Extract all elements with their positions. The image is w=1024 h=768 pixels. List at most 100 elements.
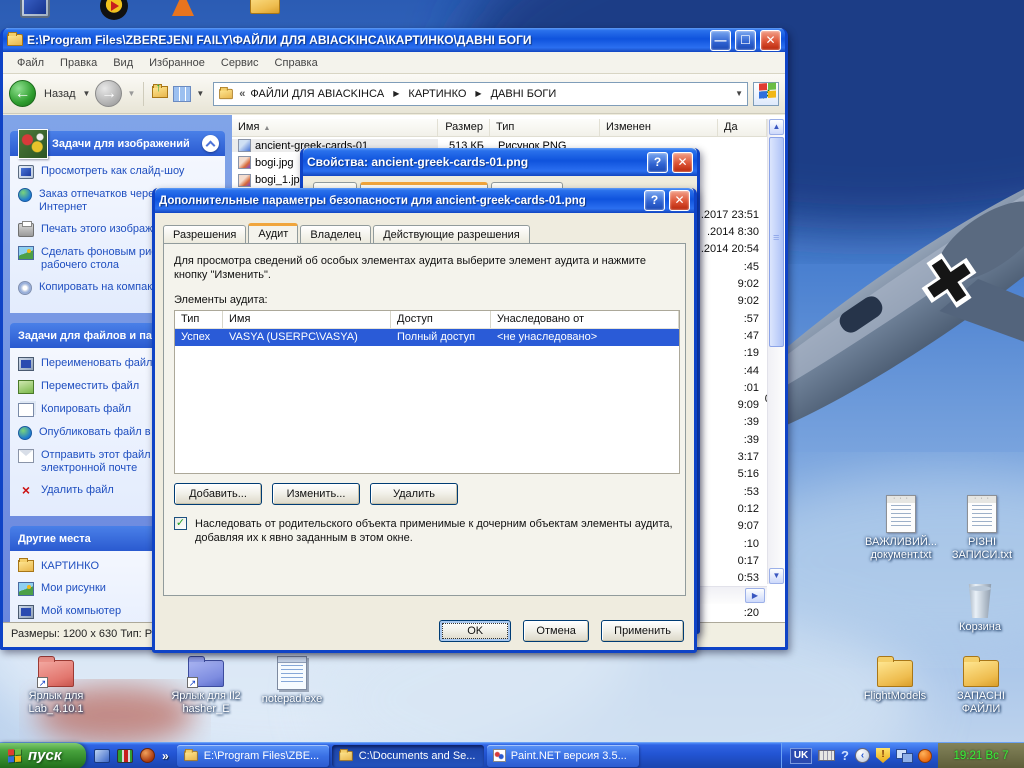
- text-file-icon: [886, 495, 916, 533]
- address-bar[interactable]: « ФАЙЛИ ДЛЯ ABIACKIHCA ▶ КАРТИНКО ▶ ДАВН…: [213, 81, 748, 106]
- quicklaunch-desktop-icon[interactable]: [94, 748, 110, 763]
- security-dialog-titlebar[interactable]: Дополнительные параметры безопасности дл…: [155, 188, 694, 213]
- explorer-titlebar[interactable]: E:\Program Files\ZBEREJENI FAILY\ФАЙЛИ Д…: [3, 28, 785, 52]
- close-button[interactable]: ✕: [672, 151, 693, 173]
- menu-item[interactable]: Вид: [105, 57, 141, 69]
- quicklaunch-browser-icon[interactable]: [140, 748, 155, 763]
- breadcrumb-segment[interactable]: ФАЙЛИ ДЛЯ ABIACKIHCA: [250, 88, 384, 100]
- desktop-icon-shortcut-lab[interactable]: ↗ Ярлык для Lab_4.10.1: [10, 656, 102, 716]
- maximize-button[interactable]: ☐: [735, 29, 756, 51]
- scroll-down-icon[interactable]: ▼: [769, 568, 784, 584]
- forward-dropdown-caret[interactable]: ▼: [127, 89, 135, 98]
- menu-item[interactable]: Сервис: [213, 57, 267, 69]
- task-slideshow[interactable]: Просмотреть как слайд-шоу: [18, 165, 217, 179]
- vertical-scrollbar[interactable]: ▲ ▼: [767, 119, 785, 584]
- properties-dialog-titlebar[interactable]: Свойства: ancient-greek-cards-01.png ? ✕: [303, 148, 697, 176]
- menu-item[interactable]: Правка: [52, 57, 105, 69]
- panel-image-tasks-header[interactable]: Задачи для изображений: [10, 128, 225, 159]
- taskbar-item-documents[interactable]: C:\Documents and Se...: [331, 744, 484, 767]
- desktop-icon-zapasni-faily[interactable]: ЗАПАСНІ ФАЙЛИ: [942, 656, 1020, 716]
- jpg-file-icon: [238, 173, 251, 187]
- tab-permissions[interactable]: Разрешения: [163, 225, 247, 243]
- file-time: :53: [743, 485, 759, 498]
- tab-effective-permissions[interactable]: Действующие разрешения: [373, 225, 530, 243]
- views-button[interactable]: [173, 85, 192, 102]
- views-dropdown-caret[interactable]: ▼: [196, 89, 204, 98]
- security-shield-icon[interactable]: !: [876, 748, 890, 763]
- collapse-chevron-icon[interactable]: [202, 135, 219, 152]
- menu-item[interactable]: Справка: [267, 57, 326, 69]
- back-tray-icon[interactable]: ‹: [855, 748, 870, 763]
- remove-button[interactable]: Удалить: [370, 483, 458, 505]
- audit-entries-table[interactable]: Тип Имя Доступ Унаследовано от Успех VAS…: [174, 310, 680, 474]
- recycle-bin-icon[interactable]: Корзина: [940, 584, 1020, 634]
- pictures-icon: [18, 582, 34, 596]
- move-folder-icon: [18, 380, 34, 394]
- media-player-icon[interactable]: [100, 0, 128, 20]
- column-header-modified[interactable]: Изменен: [600, 119, 718, 136]
- desktop-icon-rizni-zapysy[interactable]: РІЗНІ ЗАПИСИ.txt: [942, 495, 1022, 562]
- tab-audit[interactable]: Аудит: [248, 223, 299, 244]
- back-button[interactable]: ←: [9, 80, 36, 107]
- up-folder-button[interactable]: ↑: [152, 80, 169, 101]
- start-button[interactable]: пуск: [0, 742, 86, 768]
- paintnet-icon: [492, 749, 506, 762]
- desktop-icon-flightmodels[interactable]: FlightModels: [852, 656, 938, 703]
- ok-button[interactable]: OK: [439, 620, 512, 642]
- printer-icon: [18, 221, 34, 237]
- cancel-button[interactable]: Отмена: [523, 620, 590, 642]
- inherit-checkbox[interactable]: ✓: [174, 517, 187, 530]
- desktop-icon-notepad[interactable]: notepad.exe: [252, 656, 332, 706]
- help-button[interactable]: ?: [644, 190, 665, 211]
- close-button[interactable]: ✕: [760, 29, 781, 51]
- publish-globe-icon: [18, 426, 32, 440]
- inherit-checkbox-label: Наследовать от родительского объекта при…: [195, 518, 673, 544]
- folder-icon: [338, 748, 353, 761]
- vlc-icon[interactable]: [172, 0, 194, 16]
- desktop-icon-label: Корзина: [959, 621, 1001, 633]
- add-button[interactable]: Добавить...: [174, 483, 262, 505]
- forward-button[interactable]: →: [95, 80, 123, 107]
- computer-icon: [18, 605, 34, 619]
- rename-icon: [18, 357, 34, 371]
- desktop-icon-important-doc[interactable]: ВАЖЛИВИЙ... документ.txt: [858, 495, 944, 562]
- help-button[interactable]: ?: [647, 151, 668, 173]
- taskbar-item-explorer-e[interactable]: E:\Program Files\ZBE...: [176, 744, 329, 767]
- apply-button[interactable]: Применить: [601, 620, 684, 642]
- menu-item[interactable]: Избранное: [141, 57, 213, 69]
- keyboard-icon[interactable]: [818, 750, 836, 761]
- audit-table-header: Тип Имя Доступ Унаследовано от: [175, 311, 679, 329]
- delete-x-icon: ×: [21, 482, 31, 498]
- back-dropdown-caret[interactable]: ▼: [83, 89, 91, 98]
- minimize-button[interactable]: —: [710, 29, 731, 51]
- png-file-icon: [238, 139, 251, 153]
- breadcrumb-segment[interactable]: ДАВНІ БОГИ: [491, 88, 557, 100]
- column-header-size[interactable]: Размер: [438, 119, 490, 136]
- scroll-right-icon[interactable]: ▶: [745, 588, 765, 603]
- tab-strip: Разрешения Аудит Владелец Действующие ра…: [155, 213, 694, 244]
- menu-item[interactable]: Файл: [9, 57, 52, 69]
- tab-owner[interactable]: Владелец: [300, 225, 372, 243]
- quicklaunch-media-icon[interactable]: [117, 748, 133, 763]
- taskbar-clock[interactable]: 19:21 Вс 7: [938, 742, 1024, 768]
- help-tray-icon[interactable]: ?: [841, 748, 849, 763]
- taskbar-item-paintnet[interactable]: Paint.NET версия 3.5...: [486, 744, 639, 767]
- address-dropdown-caret[interactable]: ▼: [735, 89, 743, 98]
- file-time: 0:17: [737, 554, 759, 567]
- folder-icon-top[interactable]: [250, 0, 280, 14]
- quicklaunch-overflow-chevron[interactable]: »: [162, 749, 169, 763]
- network-tray-icon[interactable]: [896, 749, 913, 763]
- edit-button[interactable]: Изменить...: [272, 483, 360, 505]
- close-button[interactable]: ✕: [669, 190, 690, 211]
- my-computer-icon[interactable]: [20, 0, 50, 18]
- scrollbar-thumb[interactable]: [769, 137, 784, 347]
- desktop-icon-shortcut-il2[interactable]: ↗ Ярлык для Il2 hasher_E: [158, 656, 254, 716]
- antivirus-tray-icon[interactable]: [918, 748, 932, 763]
- language-indicator[interactable]: UK: [790, 747, 813, 764]
- column-header-type[interactable]: Тип: [490, 119, 600, 136]
- audit-entry-row-selected[interactable]: Успех VASYA (USERPC\VASYA) Полный доступ…: [175, 329, 679, 346]
- scroll-up-icon[interactable]: ▲: [769, 119, 784, 135]
- column-header-date[interactable]: Да: [718, 119, 767, 136]
- column-header-name[interactable]: Имя ▲: [232, 119, 438, 136]
- breadcrumb-segment[interactable]: КАРТИНКО: [408, 88, 466, 100]
